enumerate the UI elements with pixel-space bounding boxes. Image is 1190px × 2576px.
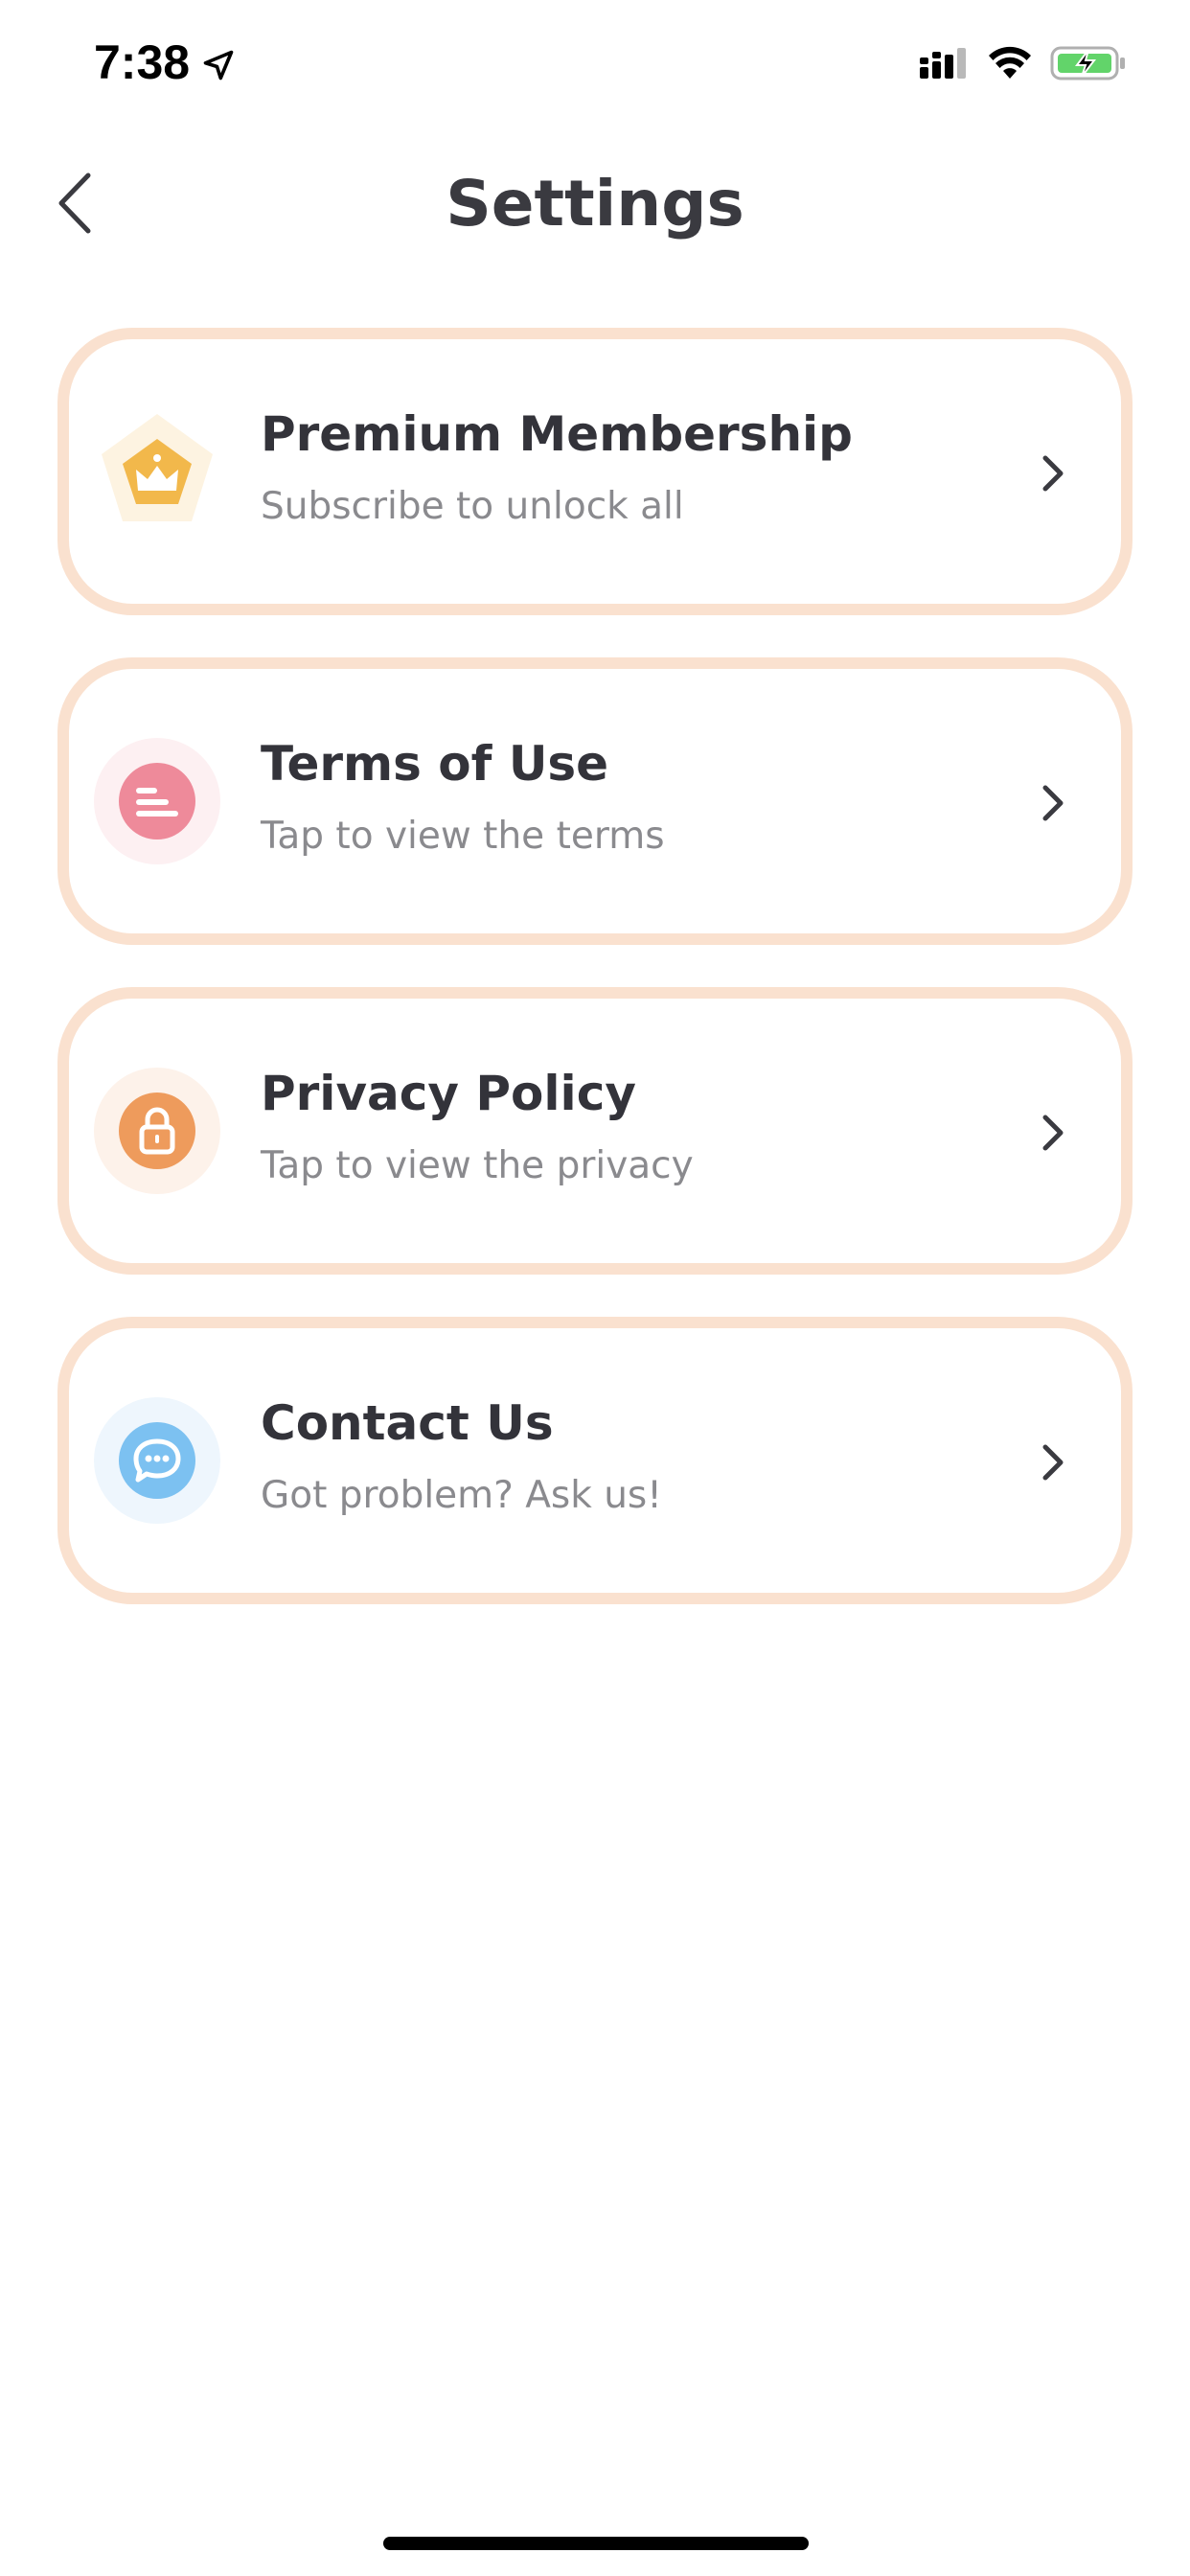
chevron-right-icon [1042,455,1064,492]
card-subtitle: Tap to view the privacy [261,1144,694,1187]
wifi-icon [989,46,1031,79]
page-title: Settings [446,167,744,241]
chevron-right-icon [1042,1115,1064,1151]
card-subtitle: Got problem? Ask us! [261,1474,662,1517]
cellular-signal-icon [920,48,966,79]
card-subtitle: Subscribe to unlock all [261,485,684,528]
crown-icon [102,414,213,521]
battery-charging-icon [1050,46,1125,80]
status-bar: 7:38 [0,0,1190,126]
location-arrow-icon [203,50,234,80]
card-subtitle: Tap to view the terms [261,815,665,858]
chat-bubble-icon [94,1397,220,1524]
lock-icon [94,1068,220,1194]
status-time: 7:38 [94,35,191,89]
premium-membership-item[interactable]: Premium Membership Subscribe to unlock a… [57,328,1133,615]
home-indicator[interactable] [383,2537,809,2550]
chevron-right-icon [1042,1444,1064,1481]
card-title: Privacy Policy [261,1066,636,1121]
privacy-policy-item[interactable]: Privacy Policy Tap to view the privacy [57,987,1133,1275]
card-title: Contact Us [261,1395,554,1451]
card-title: Terms of Use [261,736,609,792]
card-title: Premium Membership [261,406,853,462]
contact-us-item[interactable]: Contact Us Got problem? Ask us! [57,1317,1133,1604]
document-lines-icon [94,738,220,864]
chevron-right-icon [1042,785,1064,821]
terms-of-use-item[interactable]: Terms of Use Tap to view the terms [57,657,1133,945]
